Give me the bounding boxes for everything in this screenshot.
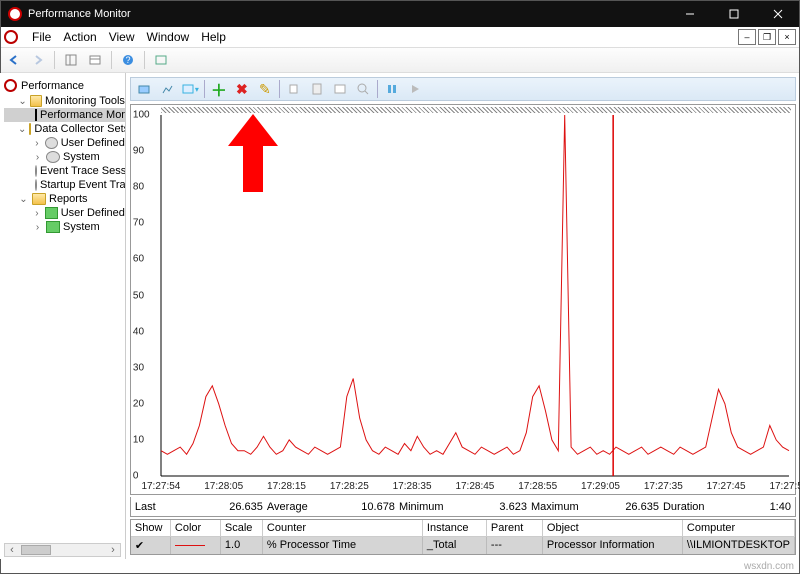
expand-icon[interactable]: › [32, 208, 42, 219]
tree-label: System [63, 221, 100, 233]
report-icon [45, 207, 58, 219]
tree-label: System [63, 151, 100, 163]
tree-system[interactable]: › System [4, 150, 125, 164]
tree-data-collector-sets[interactable]: ⌄ Data Collector Sets [4, 122, 125, 136]
tree-startup-event-trace[interactable]: Startup Event Trace Sessions [4, 178, 125, 192]
tree-event-trace[interactable]: Event Trace Sessions [4, 164, 125, 178]
tree-label: Startup Event Trace Sessions [40, 179, 126, 191]
monitor-icon [35, 109, 37, 121]
tree-reports[interactable]: ⌄ Reports [4, 192, 125, 206]
tree-root-label: Performance [21, 80, 84, 92]
gear-icon [46, 151, 60, 163]
tree-label: User Defined [61, 137, 125, 149]
performance-chart[interactable]: 010203040506070809010017:27:5417:28:0517… [130, 104, 796, 495]
tree-label: Monitoring Tools [45, 95, 125, 107]
expand-icon[interactable]: › [32, 152, 43, 163]
watermark: wsxdn.com [744, 561, 794, 572]
tree-root[interactable]: Performance [4, 77, 125, 94]
folder-icon [29, 123, 31, 135]
gear-icon [35, 179, 37, 191]
tree-label: Data Collector Sets [34, 123, 126, 135]
gear-icon [35, 165, 37, 177]
collapse-icon[interactable]: ⌄ [18, 96, 27, 107]
scope-tree: Performance ⌄ Monitoring Tools Performanc… [0, 73, 126, 559]
perf-icon [4, 79, 17, 92]
folder-icon [30, 95, 42, 107]
collapse-icon[interactable]: ⌄ [18, 124, 26, 135]
tree-reports-user[interactable]: › User Defined [4, 206, 125, 220]
expand-icon[interactable]: › [32, 138, 42, 149]
folder-icon [32, 193, 46, 205]
tree-performance-monitor[interactable]: Performance Monitor [4, 108, 125, 122]
collapse-icon[interactable]: ⌄ [18, 194, 29, 205]
tree-label: Reports [49, 193, 88, 205]
scroll-thumb[interactable] [21, 545, 51, 555]
report-icon [46, 221, 60, 233]
tree-label: Performance Monitor [40, 109, 126, 121]
tree-reports-system[interactable]: › System [4, 220, 125, 234]
tree-monitoring-tools[interactable]: ⌄ Monitoring Tools [4, 94, 125, 108]
tree-user-defined[interactable]: › User Defined [4, 136, 125, 150]
tree-label: Event Trace Sessions [40, 165, 126, 177]
tree-label: User Defined [61, 207, 125, 219]
tree-horizontal-scrollbar[interactable]: ‹› [4, 543, 121, 557]
gear-icon [45, 137, 58, 149]
expand-icon[interactable]: › [32, 222, 43, 233]
